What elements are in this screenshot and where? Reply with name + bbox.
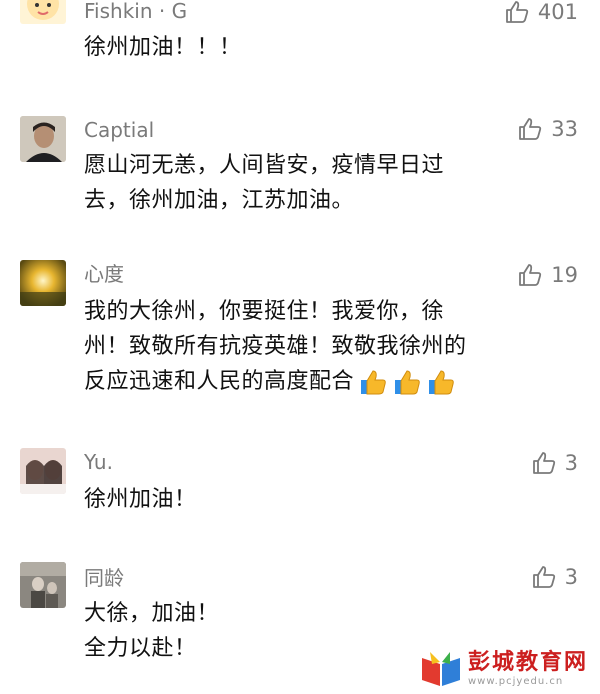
avatar[interactable] <box>20 0 66 24</box>
username[interactable]: Captial <box>84 118 154 142</box>
comment-line: 去，徐州加油，江苏加油。 <box>84 188 355 213</box>
thumbs-up-icon <box>504 0 530 25</box>
like-button[interactable]: 3 <box>531 564 578 590</box>
username[interactable]: Fishkin · G <box>84 0 187 23</box>
comment-line: 徐州加油！ <box>84 487 197 512</box>
comment-line-text: 反应迅速和人民的高度配合 <box>84 369 355 394</box>
avatar[interactable] <box>20 260 66 306</box>
thumbs-up-icon <box>517 116 543 142</box>
thumbs-up-icon <box>531 450 557 476</box>
like-count: 3 <box>564 565 578 589</box>
comment-text: 愿山河无恙，人间皆安，疫情早日过 去，徐州加油，江苏加油。 <box>84 148 574 218</box>
thumbs-up-icon <box>361 369 386 394</box>
avatar[interactable] <box>20 562 66 608</box>
book-logo-icon <box>421 652 460 686</box>
like-count: 3 <box>564 451 578 475</box>
thumbs-up-icon <box>517 262 543 288</box>
watermark-text: 彭城教育网 www.pcjyedu.cn <box>468 650 588 688</box>
like-count: 33 <box>551 117 578 141</box>
comment-line: 愿山河无恙，人间皆安，疫情早日过 <box>84 153 445 178</box>
emoji-group <box>358 367 460 397</box>
comment-text: 我的大徐州，你要挺住！我爱你，徐 州！致敬所有抗疫英雄！致敬我徐州的 反应迅速和… <box>84 294 574 399</box>
like-button[interactable]: 33 <box>517 116 578 142</box>
avatar[interactable] <box>20 116 66 162</box>
avatar[interactable] <box>20 448 66 494</box>
like-count: 19 <box>551 263 578 287</box>
comment-line: 大徐，加油！ <box>84 601 220 626</box>
comment-text: 徐州加油！！！ <box>84 30 574 65</box>
thumbs-up-icon <box>429 369 454 394</box>
like-button[interactable]: 401 <box>504 0 578 25</box>
comment-text: 徐州加油！ <box>84 482 574 517</box>
username[interactable]: 同龄 <box>84 566 124 590</box>
watermark-url: www.pcjyedu.cn <box>467 676 564 687</box>
watermark-title: 彭城教育网 <box>467 650 588 675</box>
comment-line: 反应迅速和人民的高度配合 <box>84 364 574 399</box>
comment-line: 州！致敬所有抗疫英雄！致敬我徐州的 <box>84 334 467 359</box>
like-button[interactable]: 19 <box>517 262 578 288</box>
comment-line: 徐州加油！！！ <box>84 35 242 60</box>
like-button[interactable]: 3 <box>531 450 578 476</box>
watermark: 彭城教育网 www.pcjyedu.cn <box>420 650 588 688</box>
comment-line: 我的大徐州，你要挺住！我爱你，徐 <box>84 299 445 324</box>
thumbs-up-icon <box>395 369 420 394</box>
like-count: 401 <box>537 0 578 24</box>
username[interactable]: 心度 <box>84 262 124 286</box>
username[interactable]: Yu. <box>84 450 113 474</box>
thumbs-up-icon <box>531 564 557 590</box>
